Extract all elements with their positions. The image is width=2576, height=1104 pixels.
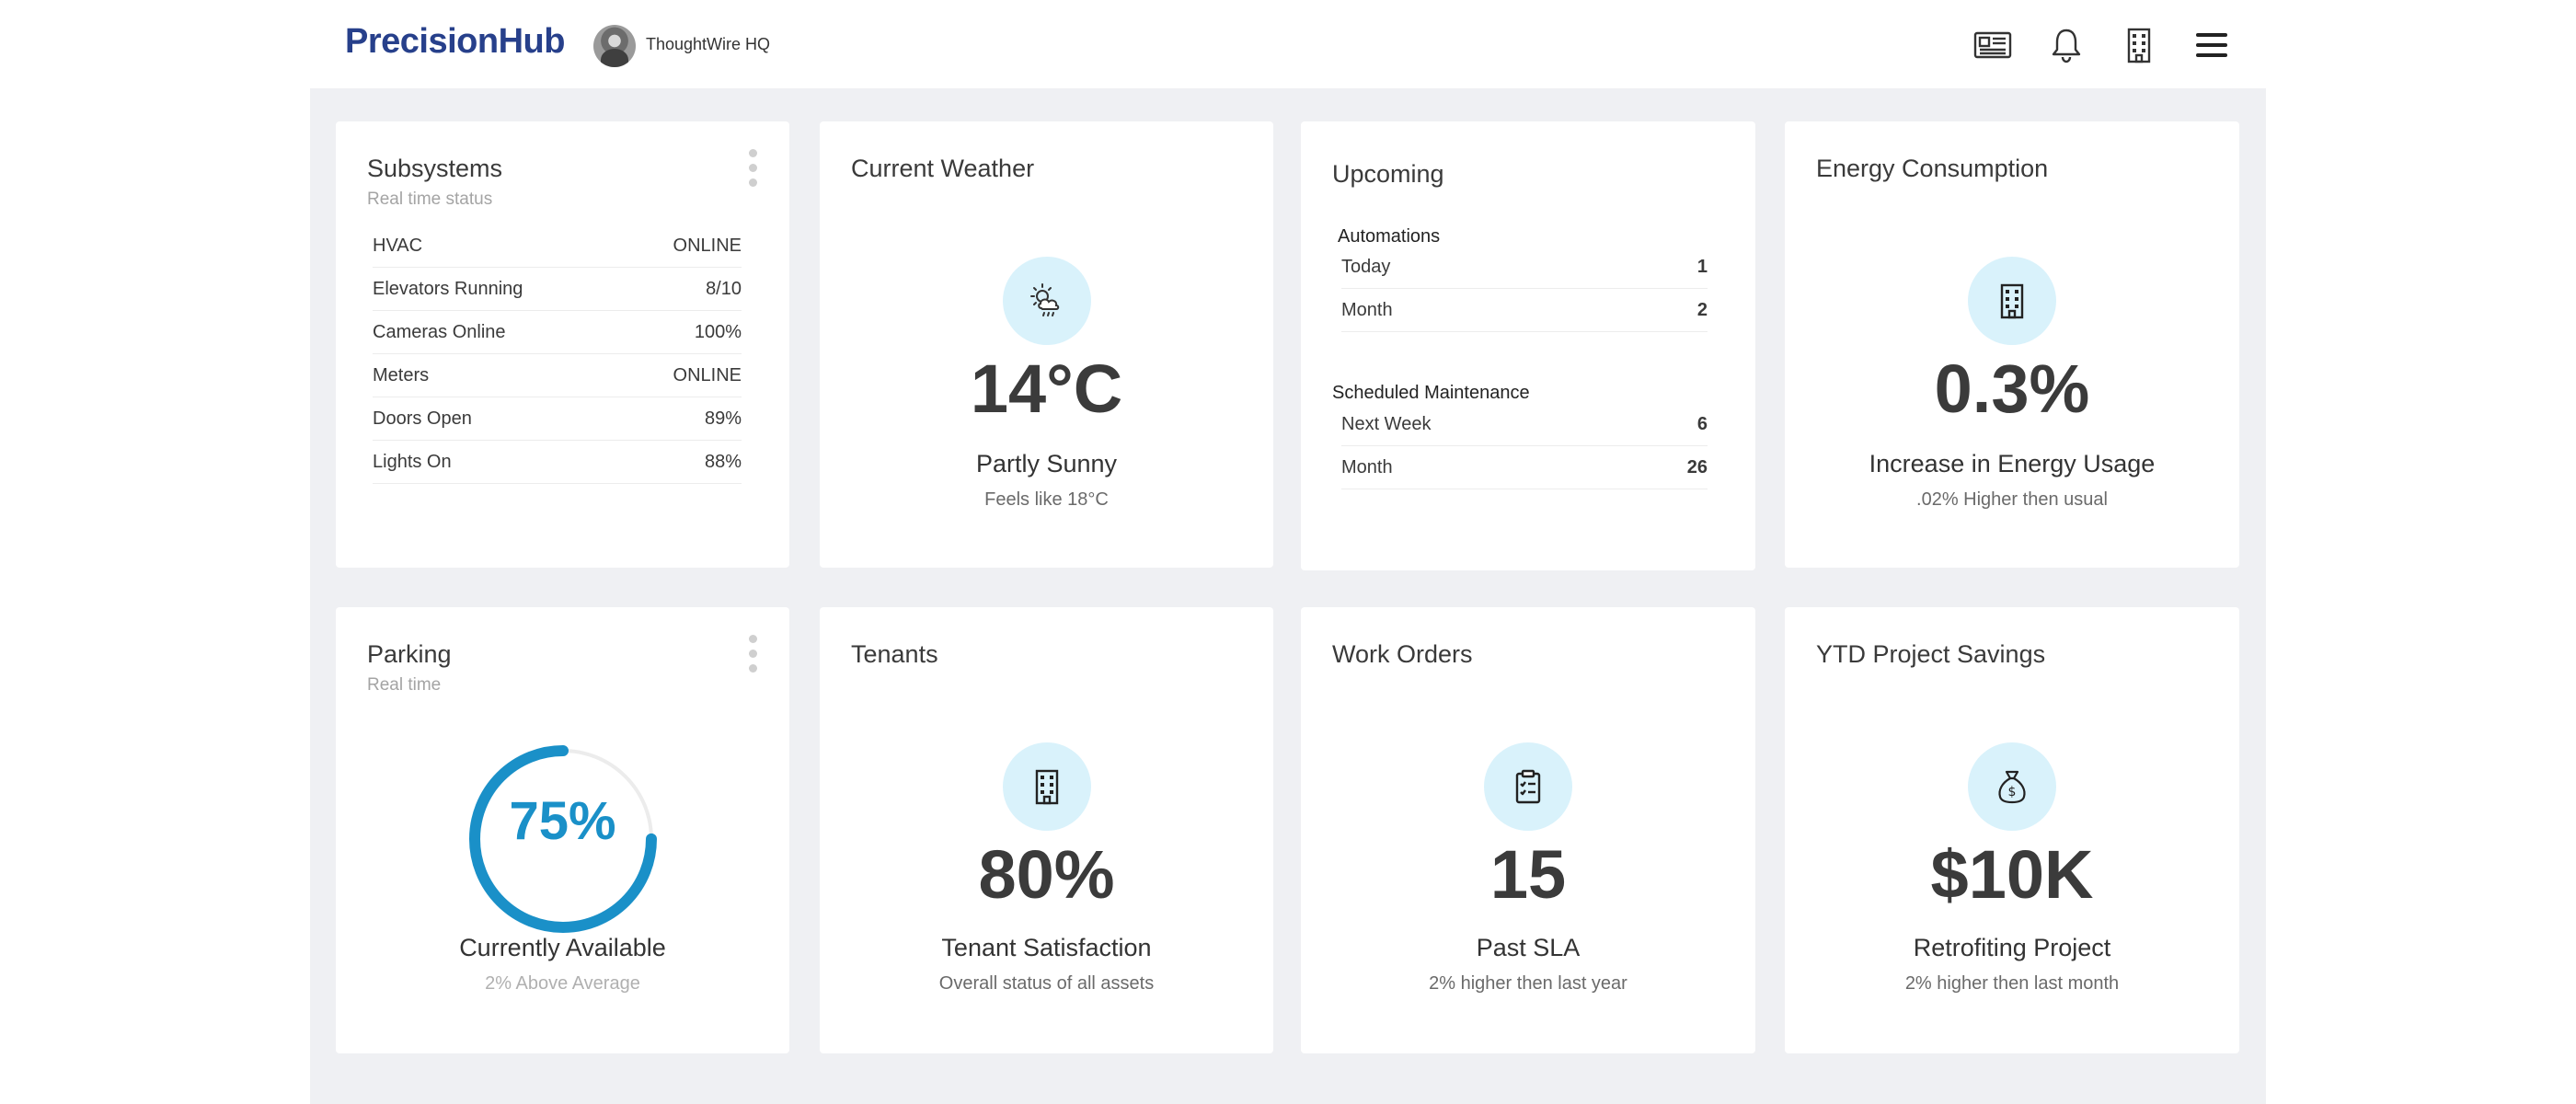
card-title: Current Weather bbox=[851, 155, 1035, 182]
card-title: Upcoming bbox=[1332, 160, 1444, 188]
savings-subtext: 2% higher then last month bbox=[1904, 973, 2120, 994]
energy-label: Increase in Energy Usage bbox=[1869, 450, 2156, 477]
card-title: Energy Consumption bbox=[1816, 155, 2049, 182]
money-bag-icon: $ bbox=[1968, 742, 2056, 831]
temperature-value: 14°C bbox=[970, 351, 1123, 427]
list-item: Next Week 6 bbox=[1341, 403, 1708, 446]
dashboard-panel: Subsystems Real time status HVAC ONLINE E… bbox=[310, 88, 2266, 1104]
building-icon[interactable] bbox=[2118, 24, 2160, 66]
list-item: Lights On 88% bbox=[373, 441, 742, 484]
parking-percent: 75% bbox=[509, 791, 616, 851]
savings-value: $10K bbox=[1930, 836, 2094, 913]
parking-card: Parking Real time 75% Currently Availabl… bbox=[336, 607, 789, 1053]
clipboard-icon bbox=[1484, 742, 1572, 831]
card-title: Subsystems bbox=[367, 155, 503, 182]
card-title: Parking bbox=[367, 640, 452, 668]
automations-heading: Automations bbox=[1338, 226, 1441, 247]
list-item: Cameras Online 100% bbox=[373, 311, 742, 354]
subsystems-card: Subsystems Real time status HVAC ONLINE E… bbox=[336, 121, 789, 568]
automations-list: Today 1 Month 2 bbox=[1341, 246, 1708, 332]
tenants-card: Tenants 80% Tenant Satisfaction Overall … bbox=[820, 607, 1273, 1053]
work-orders-subtext: 2% higher then last year bbox=[1429, 973, 1627, 994]
bell-icon[interactable] bbox=[2045, 24, 2087, 66]
building-icon bbox=[1968, 257, 2056, 345]
maintenance-list: Next Week 6 Month 26 bbox=[1341, 403, 1708, 489]
menu-icon[interactable] bbox=[2191, 24, 2233, 66]
news-icon[interactable] bbox=[1972, 24, 2014, 66]
work-orders-card: Work Orders 15 Past SLA 2% higher then l… bbox=[1301, 607, 1755, 1053]
app-logo[interactable]: PrecisionHub bbox=[345, 22, 565, 62]
weather-card: Current Weather 14°C Partly Sunny Feels … bbox=[820, 121, 1273, 568]
list-item: Doors Open 89% bbox=[373, 397, 742, 441]
energy-card: Energy Consumption 0.3% Increase in Ener… bbox=[1785, 121, 2239, 568]
work-orders-label: Past SLA bbox=[1476, 934, 1581, 961]
more-options-icon[interactable] bbox=[749, 149, 758, 190]
energy-subtext: .02% Higher then usual bbox=[1916, 489, 2108, 510]
subsystems-list: HVAC ONLINE Elevators Running 8/10 Cameras… bbox=[373, 224, 742, 484]
weather-condition: Partly Sunny bbox=[975, 450, 1118, 477]
card-title: Tenants bbox=[851, 640, 938, 668]
site-avatar[interactable] bbox=[593, 25, 636, 67]
list-item: Month 26 bbox=[1341, 446, 1708, 489]
card-title: YTD Project Savings bbox=[1816, 640, 2046, 668]
maintenance-heading: Scheduled Maintenance bbox=[1332, 383, 1530, 403]
tenants-value: 80% bbox=[978, 836, 1115, 913]
card-subtitle: Real time bbox=[367, 675, 442, 695]
list-item: Elevators Running 8/10 bbox=[373, 268, 742, 311]
upcoming-card: Upcoming Automations Today 1 Month 2 Sched… bbox=[1301, 121, 1755, 570]
tenants-subtext: Overall status of all assets bbox=[938, 973, 1155, 994]
site-name[interactable]: ThoughtWire HQ bbox=[646, 35, 770, 54]
list-item: Meters ONLINE bbox=[373, 354, 742, 397]
energy-value: 0.3% bbox=[1934, 351, 2090, 427]
card-subtitle: Real time status bbox=[367, 190, 493, 209]
svg-text:$: $ bbox=[2008, 785, 2017, 799]
savings-card: YTD Project Savings $ $10K Retrofiting P… bbox=[1785, 607, 2239, 1053]
building-icon bbox=[1002, 742, 1091, 831]
more-options-icon[interactable] bbox=[749, 635, 758, 675]
list-item: HVAC ONLINE bbox=[373, 224, 742, 268]
parking-label: Currently Available bbox=[459, 934, 666, 961]
list-item: Month 2 bbox=[1341, 289, 1708, 332]
work-orders-value: 15 bbox=[1489, 836, 1567, 913]
list-item: Today 1 bbox=[1341, 246, 1708, 289]
savings-label: Retrofiting Project bbox=[1913, 934, 2111, 961]
card-title: Work Orders bbox=[1332, 640, 1473, 668]
tenants-label: Tenant Satisfaction bbox=[941, 934, 1152, 961]
top-header: PrecisionHub ThoughtWire HQ bbox=[0, 0, 2576, 88]
parking-subtext: 2% Above Average bbox=[485, 973, 640, 994]
partly-sunny-icon bbox=[1002, 257, 1091, 345]
feels-like-text: Feels like 18°C bbox=[984, 489, 1109, 510]
